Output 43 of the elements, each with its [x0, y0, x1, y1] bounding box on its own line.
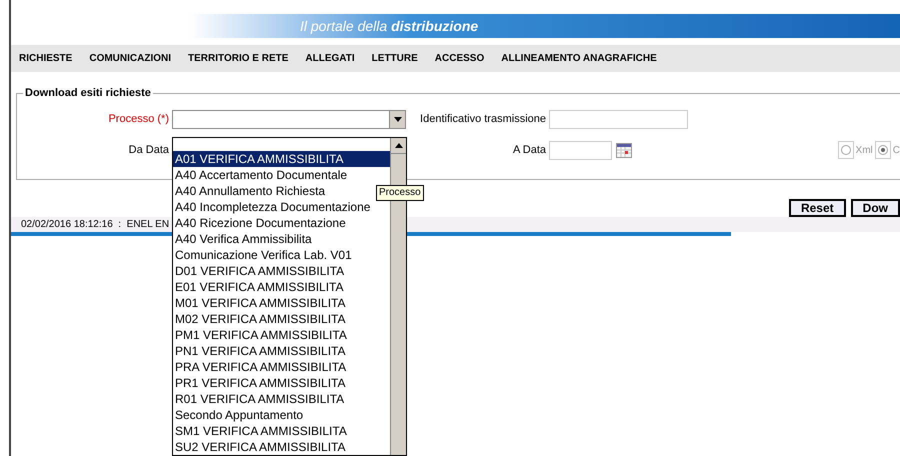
nav-link[interactable]: TERRITORIO E RETE — [188, 51, 288, 66]
panel-legend: Download esiti richieste — [23, 85, 153, 102]
dropdown-option[interactable]: M01 VERIFICA AMMISSIBILITA — [173, 295, 390, 311]
dropdown-option[interactable]: SU2 VERIFICA AMMISSIBILITA — [173, 439, 390, 455]
dropdown-option[interactable]: PN1 VERIFICA AMMISSIBILITA — [173, 343, 390, 359]
radio-label: C — [892, 144, 900, 158]
processo-select[interactable] — [172, 110, 406, 129]
dropdown-option[interactable]: Comunicazione Verifica Lab. V01 — [173, 247, 390, 263]
dropdown-option[interactable]: A40 Ricezione Documentazione — [173, 215, 390, 231]
dropdown-option[interactable]: A40 Incompletezza Documentazione — [173, 199, 390, 215]
field-label: Identificativo trasmissione — [419, 112, 547, 128]
dropdown-option[interactable]: SM1 VERIFICA AMMISSIBILITA — [173, 423, 390, 439]
dropdown-option[interactable]: A40 Verifica Ammissibilita — [173, 231, 390, 247]
field-label: Da Data — [128, 142, 170, 158]
dropdown-option[interactable]: A01 VERIFICA AMMISSIBILITA — [173, 151, 390, 167]
nav-link[interactable]: ALLEGATI — [305, 51, 355, 66]
form-button[interactable]: Dow — [850, 199, 900, 217]
dropdown-option[interactable]: Secondo Appuntamento — [173, 407, 390, 423]
dropdown-option[interactable]: PRA VERIFICA AMMISSIBILITA — [173, 359, 390, 375]
portal-title: Il portale della distribuzione — [300, 16, 478, 36]
calendar-icon[interactable] — [616, 142, 632, 158]
radio-label: Xml — [856, 144, 873, 158]
dropdown-option[interactable]: E01 VERIFICA AMMISSIBILITA — [173, 279, 390, 295]
radio-button[interactable] — [838, 141, 854, 159]
identificativo-input[interactable] — [549, 110, 688, 129]
dropdown-option[interactable]: A40 Accertamento Documentale — [173, 167, 390, 183]
nav-link[interactable]: ALLINEAMENTO ANAGRAFICHE — [501, 51, 657, 66]
field-label: Processo (*) — [107, 112, 170, 128]
dropdown-option[interactable]: M02 VERIFICA AMMISSIBILITA — [173, 311, 390, 327]
form-button[interactable]: Reset — [788, 199, 846, 217]
nav-link[interactable]: LETTURE — [372, 51, 418, 66]
dropdown-option[interactable]: D01 VERIFICA AMMISSIBILITA — [173, 263, 390, 279]
field-label: A Data — [512, 142, 547, 158]
nav-link[interactable]: ACCESSO — [434, 51, 484, 66]
dropdown-option[interactable]: R01 VERIFICA AMMISSIBILITA — [173, 391, 390, 407]
radio-button[interactable] — [874, 141, 891, 159]
tooltip: Processo — [376, 185, 424, 201]
dropdown-option[interactable]: PM1 VERIFICA AMMISSIBILITA — [173, 327, 390, 343]
status-text: 02/02/2016 18:12:16 : ENEL EN — [21, 218, 170, 232]
date-input[interactable] — [549, 140, 612, 160]
dropdown-option[interactable]: PR1 VERIFICA AMMISSIBILITA — [173, 375, 390, 391]
nav-link[interactable]: RICHIESTE — [19, 51, 72, 66]
nav-link[interactable]: COMUNICAZIONI — [89, 51, 172, 66]
